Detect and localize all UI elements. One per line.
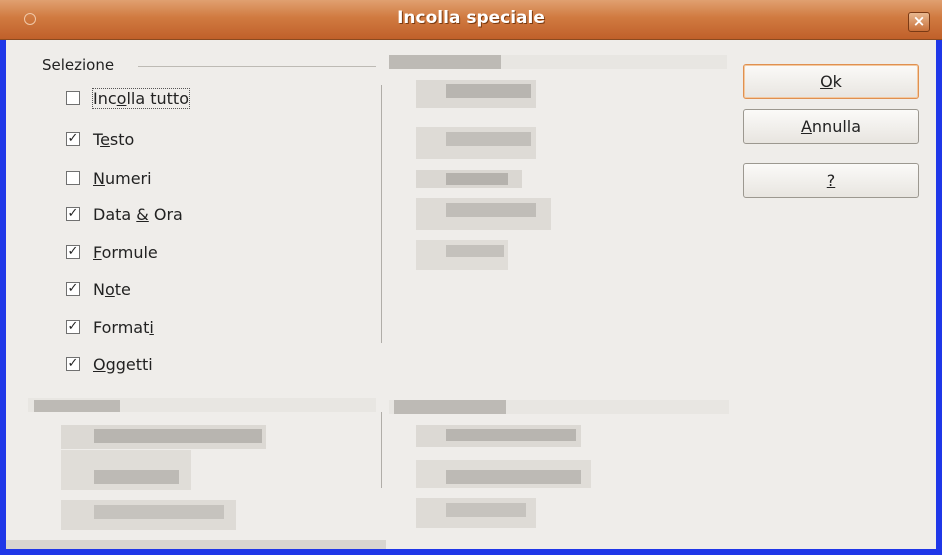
dialog-content: Selezione Incolla tutto ✓ Testo Numeri ✓ Data… — [6, 40, 936, 549]
blurred-option-text — [446, 429, 576, 441]
checkbox-label: Note — [93, 279, 131, 299]
selection-checkbox-row[interactable]: ✓ Oggetti — [66, 353, 153, 375]
check-icon: ✓ — [67, 131, 79, 146]
selection-checkbox-row[interactable]: Incolla tutto — [66, 87, 190, 109]
check-icon: ✓ — [67, 206, 79, 221]
blurred-frame-label — [394, 400, 506, 414]
checkbox[interactable] — [66, 91, 80, 105]
blurred-option-text — [446, 173, 508, 185]
selection-checkbox-row[interactable]: ✓ Formule — [66, 241, 158, 263]
title-bar[interactable]: Incolla speciale × — [0, 0, 942, 40]
selection-checkbox-row[interactable]: ✓ Testo — [66, 128, 134, 150]
selection-checkbox-row[interactable]: ✓ Data & Ora — [66, 203, 183, 225]
checkbox-label: Formule — [93, 242, 158, 262]
checkbox[interactable]: ✓ — [66, 282, 80, 296]
blurred-option-text — [446, 84, 531, 98]
checkbox-label: Numeri — [93, 168, 152, 188]
close-icon: × — [912, 12, 926, 30]
checkbox[interactable]: ✓ — [66, 320, 80, 334]
blurred-option-text — [446, 203, 536, 217]
blurred-option-text — [94, 429, 262, 443]
blurred-option-text — [94, 505, 224, 519]
blurred-option-text — [446, 470, 581, 484]
check-icon: ✓ — [67, 244, 79, 259]
bottom-strip — [6, 540, 386, 549]
blurred-frame-label — [34, 400, 120, 412]
selection-frame-line — [138, 66, 376, 67]
selection-divider — [381, 85, 382, 343]
check-icon: ✓ — [67, 356, 79, 371]
selection-checkbox-row[interactable]: ✓ Formati — [66, 316, 154, 338]
help-button[interactable]: ? — [743, 163, 919, 198]
check-icon: ✓ — [67, 281, 79, 296]
checkbox[interactable]: ✓ — [66, 245, 80, 259]
checkbox-label: Incolla tutto — [92, 87, 190, 109]
checkbox[interactable]: ✓ — [66, 132, 80, 146]
blurred-option-text — [94, 470, 179, 484]
lower-divider — [381, 412, 382, 488]
checkbox[interactable]: ✓ — [66, 357, 80, 371]
blurred-option-text — [446, 245, 504, 257]
checkbox[interactable]: ✓ — [66, 207, 80, 221]
blurred-option-text — [446, 132, 531, 146]
selection-checkbox-row[interactable]: Numeri — [66, 167, 152, 189]
checkbox-label: Data & Ora — [93, 204, 183, 224]
close-button[interactable]: × — [908, 12, 930, 32]
dialog-title: Incolla speciale — [397, 8, 545, 28]
paste-special-dialog: Incolla speciale × Selezione Incolla tut… — [0, 0, 942, 555]
checkbox-label: Oggetti — [93, 354, 153, 374]
blurred-option-text — [446, 503, 526, 517]
checkbox[interactable] — [66, 171, 80, 185]
check-icon: ✓ — [67, 319, 79, 334]
cancel-button[interactable]: Annulla — [743, 109, 919, 144]
checkbox-label: Testo — [93, 129, 135, 149]
selection-frame-label: Selezione — [42, 56, 115, 74]
checkbox-label: Formati — [93, 317, 154, 337]
selection-checkbox-row[interactable]: ✓ Note — [66, 278, 131, 300]
blurred-frame-label — [389, 55, 501, 69]
ok-button[interactable]: Ok — [743, 64, 919, 99]
